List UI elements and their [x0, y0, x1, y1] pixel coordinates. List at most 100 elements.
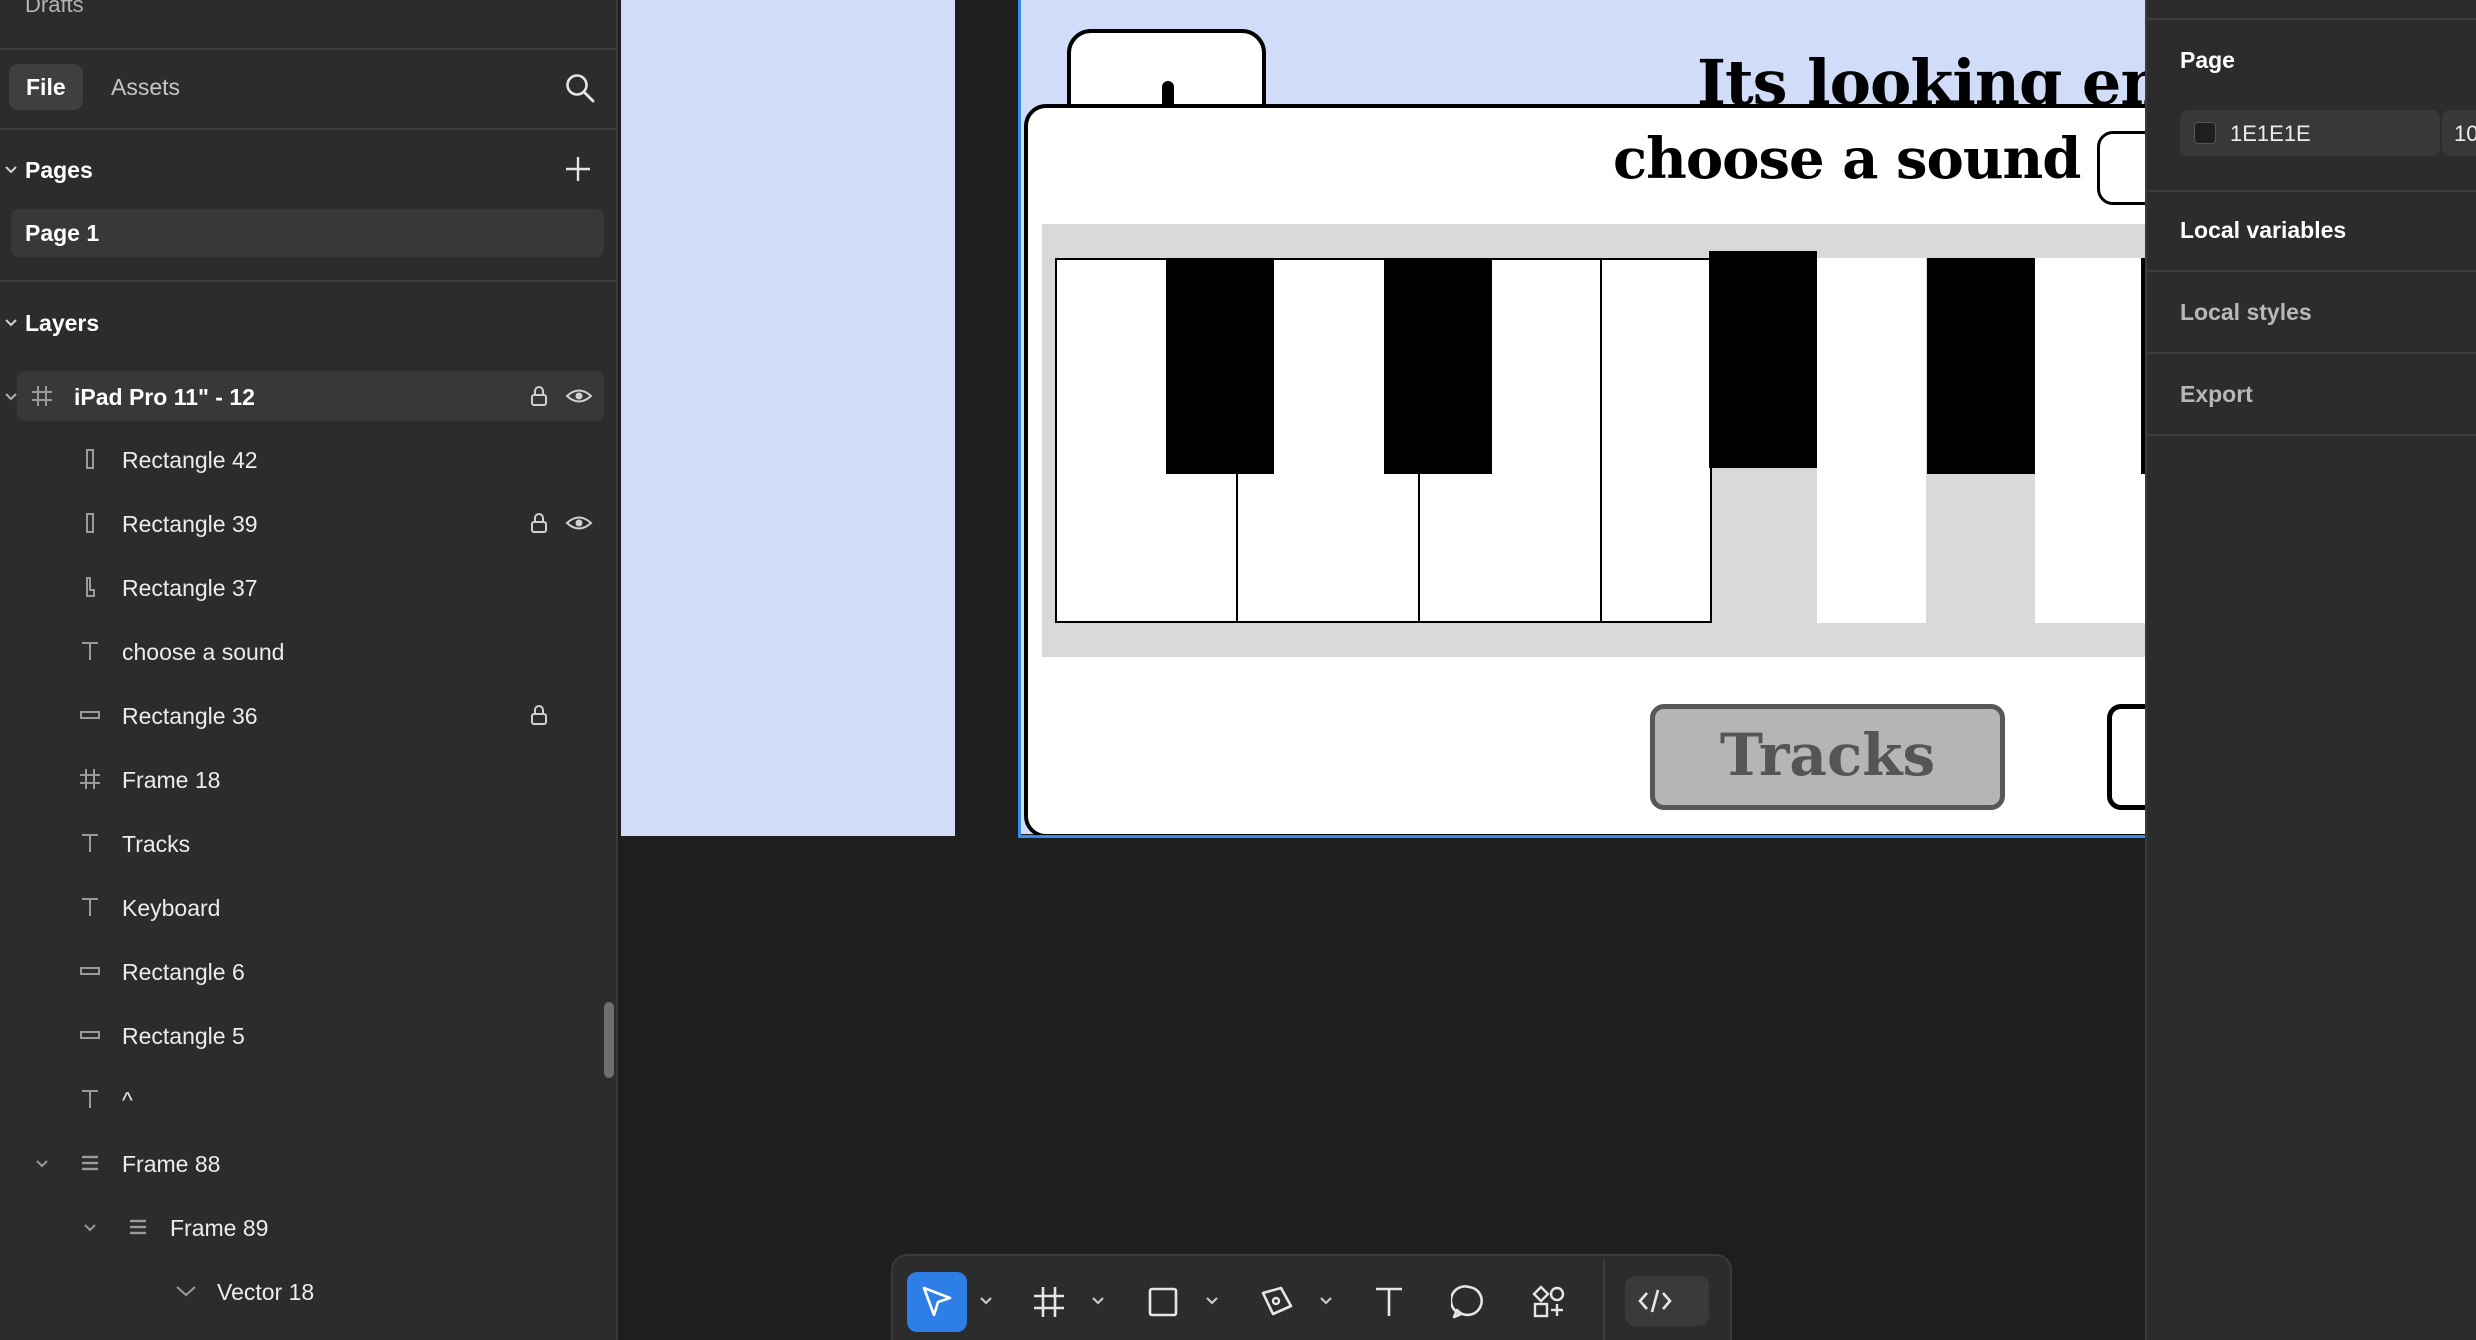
- frame-left[interactable]: [621, 0, 955, 836]
- add-page-icon[interactable]: [563, 154, 593, 184]
- bottom-toolbar: [891, 1254, 1732, 1340]
- frame-icon: [1034, 1287, 1064, 1317]
- divider: [0, 48, 616, 50]
- layer-label: ^: [122, 1087, 133, 1113]
- page-section-header: Page: [2180, 47, 2235, 73]
- layer-label: Rectangle 37: [122, 575, 258, 601]
- layers-header: Layers: [25, 310, 100, 336]
- layer-label: Rectangle 36: [122, 703, 258, 729]
- divider: [2147, 190, 2476, 192]
- chevron-down-icon[interactable]: [979, 1296, 993, 1306]
- chevron-down-icon[interactable]: [1319, 1296, 1333, 1306]
- text-icon: [1376, 1287, 1402, 1316]
- pen-tool[interactable]: [1247, 1272, 1307, 1332]
- layer-row[interactable]: Frame 88: [0, 1143, 616, 1183]
- text-icon: [82, 834, 98, 852]
- tab-assets[interactable]: Assets: [94, 64, 197, 110]
- components-icon: [1532, 1285, 1565, 1318]
- text-tool[interactable]: [1359, 1272, 1419, 1332]
- page-opacity-field[interactable]: 10: [2442, 110, 2476, 156]
- chevron-down-icon[interactable]: [2, 160, 20, 178]
- auto-layout-icon: [82, 1155, 98, 1171]
- code-icon: [1638, 1289, 1672, 1313]
- layers-panel: Drafts File Assets Pages Page 1 Layers i…: [0, 0, 618, 1340]
- rectangle-horizontal-icon: [80, 711, 100, 719]
- color-swatch[interactable]: [2194, 122, 2216, 144]
- pages-header: Pages: [25, 157, 93, 183]
- layer-row[interactable]: choose a sound: [0, 631, 616, 671]
- comment-tool[interactable]: [1439, 1272, 1499, 1332]
- page-color-hex[interactable]: 1E1E1E: [2230, 121, 2311, 147]
- rectangle-vertical-icon: [86, 449, 94, 469]
- move-tool[interactable]: [907, 1272, 967, 1332]
- text-icon: [82, 642, 98, 660]
- properties-panel: Page 1E1E1E 10 Local variables Local sty…: [2145, 0, 2476, 1340]
- rectangle-vertical-icon: [86, 513, 94, 533]
- auto-layout-icon: [130, 1219, 146, 1235]
- tab-file[interactable]: File: [9, 64, 83, 110]
- layer-row[interactable]: Rectangle 39: [0, 503, 616, 543]
- frame-icon: [80, 769, 100, 789]
- chevron-down-icon[interactable]: [81, 1218, 99, 1236]
- layer-label: Frame 18: [122, 767, 221, 793]
- layer-row[interactable]: Tracks: [0, 823, 616, 863]
- eye-icon[interactable]: [565, 511, 593, 535]
- dev-mode-toggle[interactable]: [1625, 1276, 1709, 1326]
- layers-section-header[interactable]: Layers: [0, 303, 616, 343]
- layer-row[interactable]: Rectangle 37: [0, 567, 616, 607]
- export-header[interactable]: Export: [2180, 381, 2253, 408]
- layer-row[interactable]: Rectangle 6: [0, 951, 616, 991]
- layer-row[interactable]: Frame 89: [0, 1207, 616, 1247]
- layers-scrollbar[interactable]: [604, 1002, 614, 1078]
- rectangle-horizontal-icon: [80, 967, 100, 975]
- layer-row[interactable]: ^: [0, 1079, 616, 1119]
- lock-icon[interactable]: [527, 384, 551, 408]
- page-color-field[interactable]: 1E1E1E: [2180, 110, 2440, 156]
- page-item[interactable]: Page 1: [11, 209, 604, 257]
- layer-row[interactable]: Vector 18: [0, 1271, 616, 1311]
- layer-row[interactable]: Frame 18: [0, 759, 616, 799]
- local-variables-button[interactable]: Local variables: [2180, 217, 2346, 244]
- actions-tool[interactable]: [1519, 1272, 1579, 1332]
- pages-section-header[interactable]: Pages: [0, 150, 616, 190]
- chevron-down-icon[interactable]: [2, 387, 20, 405]
- layer-label: Rectangle 39: [122, 511, 258, 537]
- layer-label: Tracks: [122, 831, 191, 857]
- design-canvas[interactable]: Its looking empt choose a sound Tracks: [618, 0, 2145, 1340]
- layer-row[interactable]: Keyboard: [0, 887, 616, 927]
- page-item-label: Page 1: [25, 220, 100, 246]
- vector-icon: [176, 1286, 196, 1297]
- layer-row[interactable]: iPad Pro 11" - 12: [0, 376, 616, 416]
- cursor-icon: [922, 1286, 952, 1317]
- comment-icon: [1451, 1285, 1483, 1319]
- rectangle-icon: [1148, 1287, 1178, 1317]
- text-icon: [82, 898, 98, 916]
- layer-label: Frame 88: [122, 1151, 221, 1177]
- layer-label: Rectangle 42: [122, 447, 258, 473]
- frame-tool[interactable]: [1019, 1272, 1079, 1332]
- chevron-down-icon[interactable]: [1205, 1296, 1219, 1306]
- eye-icon[interactable]: [565, 384, 593, 408]
- shape-tool[interactable]: [1133, 1272, 1193, 1332]
- layer-label: Keyboard: [122, 895, 221, 921]
- frame-selection-outline: [1018, 0, 2145, 838]
- chevron-down-icon[interactable]: [1091, 1296, 1105, 1306]
- drafts-label[interactable]: Drafts: [25, 0, 84, 18]
- layer-row[interactable]: Rectangle 5: [0, 1015, 616, 1055]
- layer-label: Rectangle 6: [122, 959, 245, 985]
- local-styles-header[interactable]: Local styles: [2180, 299, 2312, 326]
- text-icon: [82, 1090, 98, 1108]
- lock-icon[interactable]: [527, 511, 551, 535]
- lock-icon[interactable]: [527, 703, 551, 727]
- layer-row[interactable]: Rectangle 36: [0, 695, 616, 735]
- rectangle-notched-icon: [86, 577, 95, 597]
- layer-label: iPad Pro 11" - 12: [74, 384, 255, 410]
- divider: [2147, 434, 2476, 436]
- chevron-down-icon[interactable]: [33, 1154, 51, 1172]
- layer-label: Frame 89: [170, 1215, 269, 1241]
- page-opacity-value[interactable]: 10: [2454, 121, 2476, 147]
- search-icon[interactable]: [562, 70, 598, 106]
- divider: [2147, 352, 2476, 354]
- layer-row[interactable]: Rectangle 42: [0, 439, 616, 479]
- chevron-down-icon[interactable]: [2, 313, 20, 331]
